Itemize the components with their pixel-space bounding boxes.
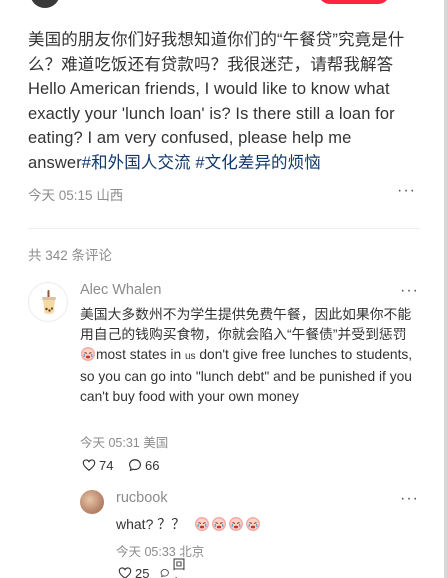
crying-face-icon	[229, 517, 244, 531]
reply-username[interactable]: rucbook	[116, 490, 168, 506]
comment-text: 美国大多数州不为学生提供免费午餐，因此如果你不能用自己的钱购买食物，你就会陷入“…	[80, 305, 415, 407]
reply-text: what? ？？	[116, 513, 261, 535]
reply-reply-label: 回复	[172, 557, 186, 578]
comment-count: 共 342 条评论	[28, 248, 113, 263]
comment-date: 今天 05:31	[80, 436, 140, 450]
comment-more-icon[interactable]: ···	[400, 282, 419, 300]
crying-face-icon	[212, 517, 227, 531]
reply-date: 今天 05:33	[116, 545, 176, 559]
comment-avatar-bubble-tea[interactable]	[28, 282, 68, 322]
post-body: 美国的朋友你们好我想知道你们的“午餐贷”究竟是什么？难道吃饭还有贷款吗？我很迷茫…	[28, 28, 408, 175]
comment-bubble-icon	[129, 459, 141, 472]
post-date: 今天 05:15	[28, 188, 93, 203]
heart-icon	[82, 459, 96, 471]
comment-text-cn: 美国大多数州不为学生提供免费午餐，因此如果你不能用自己的钱购买食物，你就会陷入“…	[80, 307, 412, 342]
heart-icon	[118, 567, 132, 578]
post-location: 山西	[96, 188, 124, 203]
bubble-tea-icon	[42, 290, 56, 314]
like-button[interactable]: 74	[82, 457, 113, 473]
comment-location: 美国	[143, 436, 169, 450]
reply-meta: 今天 05:33 北京	[116, 541, 204, 560]
post-tag-culture-difference[interactable]: #文化差异的烦恼	[195, 154, 320, 172]
comment-text-en-start: most states in	[96, 347, 185, 362]
post-more-icon[interactable]: ···	[397, 182, 416, 200]
reply-avatar[interactable]	[80, 490, 104, 514]
divider	[28, 228, 420, 229]
comment-meta: 今天 05:31 美国	[80, 432, 168, 451]
reply-like-count: 25	[135, 565, 150, 578]
post-meta: 今天 05:15 山西 ···	[28, 182, 420, 204]
crying-face-icon	[246, 517, 261, 531]
author-avatar[interactable]	[30, 0, 60, 8]
like-count: 74	[99, 457, 114, 473]
post-tag-foreign-exchange[interactable]: #和外国人交流	[82, 154, 191, 172]
reply-more-icon[interactable]: ···	[400, 490, 419, 508]
post-text: 美国的朋友你们好我想知道你们的“午餐贷”究竟是什么？难道吃饭还有贷款吗？我很迷茫…	[28, 31, 405, 172]
crying-face-icon	[195, 517, 210, 531]
follow-button[interactable]	[318, 0, 390, 4]
comment-bubble-icon	[160, 569, 169, 578]
reply-count: 66	[145, 457, 160, 473]
emoji-row	[194, 516, 261, 532]
crying-face-icon	[81, 347, 95, 361]
comment-username[interactable]: Alec Whalen	[80, 282, 161, 298]
reply-like-button[interactable]: 25	[118, 565, 149, 578]
top-bar-remnant	[0, 0, 447, 10]
us-mark: us	[184, 351, 196, 362]
reply-button[interactable]: 66	[128, 457, 159, 473]
reply-text-content: what? ？？	[116, 516, 186, 532]
reply-reply-button[interactable]: 回复	[160, 557, 190, 578]
